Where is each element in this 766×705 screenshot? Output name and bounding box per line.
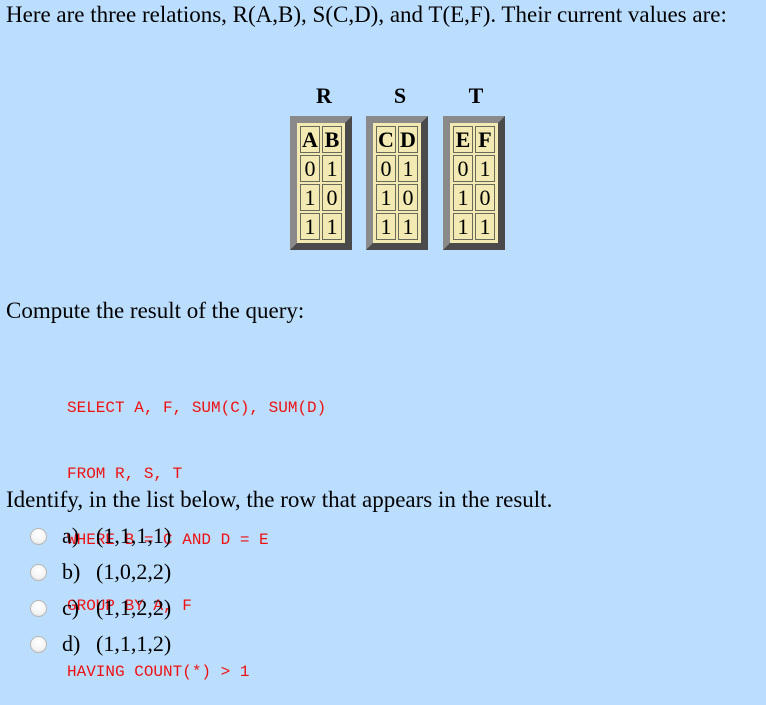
option-c[interactable]: c) (1,1,2,2)	[30, 590, 171, 626]
query-line: HAVING COUNT(*) > 1	[67, 663, 250, 681]
table-cell: 1	[300, 184, 320, 211]
option-letter: d)	[62, 631, 81, 656]
table-cell: 1	[322, 213, 342, 240]
option-value: (1,0,2,2)	[96, 559, 172, 584]
table-cell: 0	[300, 155, 320, 182]
table-row: 1 0	[376, 184, 418, 211]
column-header: A	[300, 126, 320, 153]
table-header-row: C D	[376, 126, 418, 153]
relation-label-r: R	[316, 83, 332, 108]
table-cell: 1	[376, 184, 396, 211]
table-cell: 1	[398, 155, 418, 182]
option-letter: c)	[62, 595, 80, 620]
radio-button[interactable]	[30, 563, 47, 581]
column-header: D	[398, 126, 418, 153]
table-cell: 0	[398, 184, 418, 211]
table-row: 1 1	[376, 213, 418, 240]
table-row: 1 1	[300, 213, 342, 240]
relation-table-t: E F 0 1 1 0 1 1	[443, 116, 505, 250]
table-row: 1 0	[453, 184, 495, 211]
option-letter: b)	[62, 559, 81, 584]
radio-button[interactable]	[30, 635, 47, 653]
compute-label: Compute the result of the query:	[6, 298, 305, 323]
table-row: 0 1	[300, 155, 342, 182]
table-cell: 1	[453, 213, 473, 240]
table-cell: 0	[322, 184, 342, 211]
query-line: SELECT A, F, SUM(C), SUM(D)	[67, 399, 327, 417]
table-header-row: A B	[300, 126, 342, 153]
radio-button[interactable]	[30, 527, 47, 545]
table-row: 0 1	[376, 155, 418, 182]
column-header: E	[453, 126, 473, 153]
query-line: FROM R, S, T	[67, 465, 183, 483]
option-letter: a)	[62, 523, 80, 548]
table-header-row: E F	[453, 126, 495, 153]
table-cell: 1	[475, 155, 495, 182]
table-cell: 1	[398, 213, 418, 240]
option-b[interactable]: b) (1,0,2,2)	[30, 554, 171, 590]
option-d[interactable]: d) (1,1,1,2)	[30, 626, 171, 662]
column-header: F	[475, 126, 495, 153]
intro-text: Here are three relations, R(A,B), S(C,D)…	[6, 2, 727, 27]
option-value: (1,1,2,2)	[96, 595, 172, 620]
table-row: 1 0	[300, 184, 342, 211]
table-cell: 0	[376, 155, 396, 182]
table-row: 1 1	[453, 213, 495, 240]
radio-button[interactable]	[30, 599, 47, 617]
column-header: C	[376, 126, 396, 153]
option-a[interactable]: a) (1,1,1,1)	[30, 518, 171, 554]
relation-label-t: T	[468, 83, 484, 108]
table-cell: 1	[453, 184, 473, 211]
table-cell: 0	[453, 155, 473, 182]
option-value: (1,1,1,1)	[96, 523, 172, 548]
table-cell: 0	[475, 184, 495, 211]
identify-label: Identify, in the list below, the row tha…	[6, 487, 553, 512]
table-row: 0 1	[453, 155, 495, 182]
table-cell: 1	[322, 155, 342, 182]
table-cell: 1	[475, 213, 495, 240]
relation-table-r: A B 0 1 1 0 1 1	[290, 116, 352, 250]
column-header: B	[322, 126, 342, 153]
table-cell: 1	[300, 213, 320, 240]
relation-label-s: S	[393, 83, 407, 108]
option-value: (1,1,1,2)	[96, 631, 172, 656]
table-cell: 1	[376, 213, 396, 240]
relation-table-s: C D 0 1 1 0 1 1	[366, 116, 428, 250]
answer-options: a) (1,1,1,1) b) (1,0,2,2) c) (1,1,2,2) d…	[30, 518, 171, 662]
